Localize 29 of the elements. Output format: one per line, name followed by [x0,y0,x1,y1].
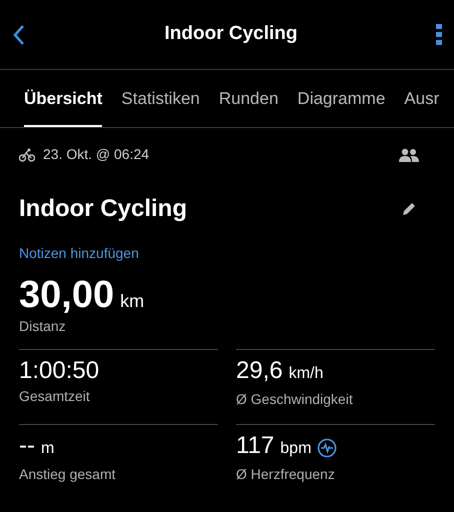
stat-label: Ø Geschwindigkeit [236,390,354,409]
stat-label: Anstieg gesamt [19,465,116,484]
stat-value: -- [19,431,35,461]
stat-unit: km/h [288,364,324,384]
activity-date: 23. Okt. @ 06:24 [43,145,150,164]
tab[interactable]: Runden [218,86,278,127]
distance-unit: km [120,290,144,313]
stat-unit: m [40,439,54,459]
tab[interactable]: Diagramme [297,86,386,127]
stat-label: Ø Herzfrequenz [236,465,336,484]
pencil-icon[interactable] [401,201,417,217]
activity-name: Indoor Cycling [19,194,187,224]
stat-label: Gesamtzeit [19,387,91,406]
distance-value: 30,00 [19,274,114,316]
tab[interactable]: Übersicht [24,86,102,127]
stat-value: 29,6 [236,356,283,386]
back-icon[interactable] [12,24,26,46]
stat-value: 117 [236,431,274,461]
more-menu-icon[interactable] [436,24,442,46]
add-notes-link[interactable]: Notizen hinzufügen [19,243,435,264]
tab[interactable]: Statistiken [121,86,200,127]
people-icon[interactable] [399,148,419,162]
stat-value: 1:00:50 [19,356,100,386]
screen-title: Indoor Cycling [164,22,298,46]
heart-rate-icon[interactable] [317,438,338,458]
distance-label: Distanz [19,317,67,336]
stat-unit: bpm [280,439,312,459]
bicycle-icon [19,148,35,162]
tab[interactable]: Ausr [404,86,440,127]
